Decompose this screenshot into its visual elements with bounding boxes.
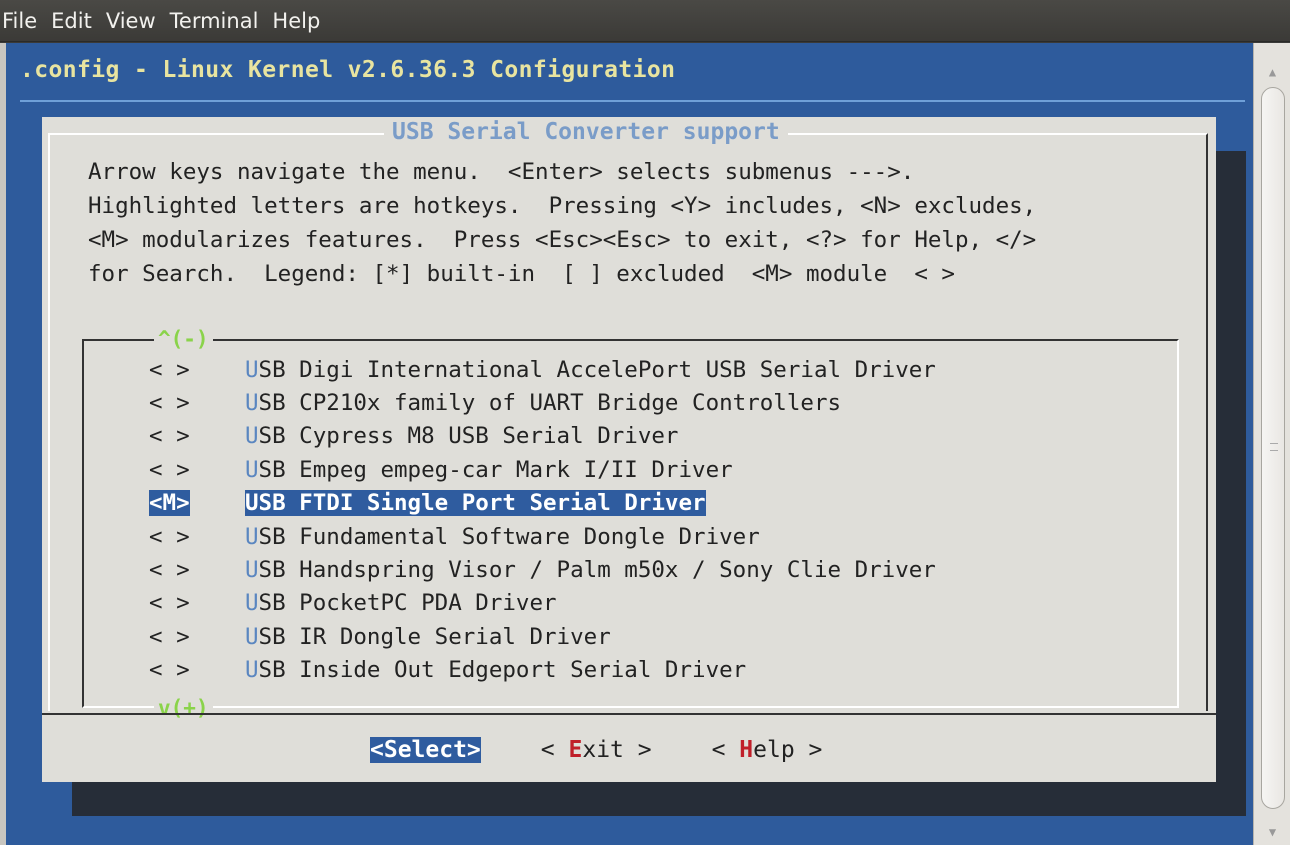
menu-item-text: SB CP210x family of UART Bridge Controll… [258,390,842,417]
instructions-text: Arrow keys navigate the menu. <Enter> se… [88,159,1037,287]
menu-item-text: SB Digi International AccelePort USB Ser… [258,356,936,383]
menu-item-hotkey: U [245,523,259,550]
menu-item[interactable]: < > USB IR Dongle Serial Driver [149,620,936,653]
menu-terminal[interactable]: Terminal [170,9,259,33]
menu-item-hotkey: U [245,490,259,517]
menu-view[interactable]: View [106,9,156,33]
menu-item-label: USB PocketPC PDA Driver [245,590,557,616]
button-bar: <Select> < Exit > < Help > [42,713,1216,782]
menu-box: ^(-) < > USB Digi International AccelePor… [82,327,1179,720]
menu-item-text: SB Empeg empeg-car Mark I/II Driver [258,456,733,483]
menubar: File Edit View Terminal Help [0,0,1290,42]
menu-item-hotkey: U [245,456,259,483]
menu-item-hotkey: U [245,423,259,450]
menu-item-label: USB Handspring Visor / Palm m50x / Sony … [245,557,936,583]
menu-item-text: SB FTDI Single Port Serial Driver [258,490,706,517]
menu-item-text: SB Inside Out Edgeport Serial Driver [258,657,747,684]
menu-item-hotkey: U [245,623,259,650]
menu-item-label: USB FTDI Single Port Serial Driver [245,490,706,517]
exit-hotkey: E [568,737,583,763]
menu-item-text: SB Handspring Visor / Palm m50x / Sony C… [258,557,936,584]
menu-item[interactable]: < > USB Cypress M8 USB Serial Driver [149,420,936,453]
menu-item-mark: < > [149,423,190,450]
menu-item-text: SB IR Dongle Serial Driver [258,623,611,650]
menu-item[interactable]: < > USB Handspring Visor / Palm m50x / So… [149,553,936,586]
scroll-up-indicator: ^(-) [154,327,213,351]
menu-item-mark: < > [149,590,190,617]
exit-button-prefix: < [540,737,569,763]
terminal-area[interactable]: .config - Linux Kernel v2.6.36.3 Configu… [0,43,1253,845]
exit-button[interactable]: < Exit > [541,737,652,763]
menu-item[interactable]: < > USB CP210x family of UART Bridge Cont… [149,386,936,419]
menu-help[interactable]: Help [272,9,320,33]
select-button[interactable]: <Select> [370,737,481,763]
menu-item-mark: < > [149,523,190,550]
menu-item-text: SB Fundamental Software Dongle Driver [258,523,760,550]
title-divider [20,100,1245,102]
menu-item[interactable]: < > USB Fundamental Software Dongle Drive… [149,520,936,553]
menu-item-hotkey: U [245,356,259,383]
menu-item[interactable]: < > USB Digi International AccelePort USB… [149,353,936,386]
triangle-up-icon[interactable]: ▲ [1254,65,1290,79]
menu-item-label: USB Fundamental Software Dongle Driver [245,524,760,550]
menu-item-mark: < > [149,456,190,483]
menu-item-hotkey: U [245,390,259,417]
menu-item[interactable]: < > USB Empeg empeg-car Mark I/II Driver [149,453,936,486]
menu-item-text: SB PocketPC PDA Driver [258,590,557,617]
menu-item-hotkey: U [245,590,259,617]
menu-item-mark: < > [149,390,190,417]
dialog-title: USB Serial Converter support [384,119,788,145]
menu-item-hotkey: U [245,557,259,584]
vertical-scrollbar[interactable]: ▲ ▼ [1253,43,1290,845]
menu-file[interactable]: File [2,9,37,33]
menu-item-label: USB Empeg empeg-car Mark I/II Driver [245,457,733,483]
menu-item-label: USB Inside Out Edgeport Serial Driver [245,657,746,683]
menu-item[interactable]: <M> USB FTDI Single Port Serial Driver [149,487,936,520]
menu-item[interactable]: < > USB PocketPC PDA Driver [149,587,936,620]
menu-item-label: USB Cypress M8 USB Serial Driver [245,423,678,449]
menu-list: < > USB Digi International AccelePort USB… [149,353,936,687]
menu-item-mark: < > [149,623,190,650]
exit-button-suffix: xit > [582,737,652,763]
grip-icon [1270,443,1278,451]
help-button[interactable]: < Help > [712,737,823,763]
menu-edit[interactable]: Edit [51,9,92,33]
help-hotkey: H [739,737,754,763]
menu-item-label: USB CP210x family of UART Bridge Control… [245,390,841,416]
menu-item-text: SB Cypress M8 USB Serial Driver [258,423,679,450]
menu-item-label: USB Digi International AccelePort USB Se… [245,357,936,383]
menu-item-mark: < > [149,557,190,584]
menu-item-mark: < > [149,657,190,684]
help-button-suffix: elp > [753,737,823,763]
menu-item-mark: <M> [149,490,245,517]
menu-item-label: USB IR Dongle Serial Driver [245,624,611,650]
config-title: .config - Linux Kernel v2.6.36.3 Configu… [20,57,676,83]
triangle-down-icon[interactable]: ▼ [1254,825,1290,839]
config-dialog: USB Serial Converter support Arrow keys … [42,117,1216,782]
menu-item-mark-selected: <M> [149,490,190,517]
menu-item-mark: < > [149,356,190,383]
menu-item[interactable]: < > USB Inside Out Edgeport Serial Driver [149,654,936,687]
help-button-prefix: < [711,737,740,763]
menu-item-hotkey: U [245,657,259,684]
scrollbar-thumb[interactable] [1261,87,1285,809]
